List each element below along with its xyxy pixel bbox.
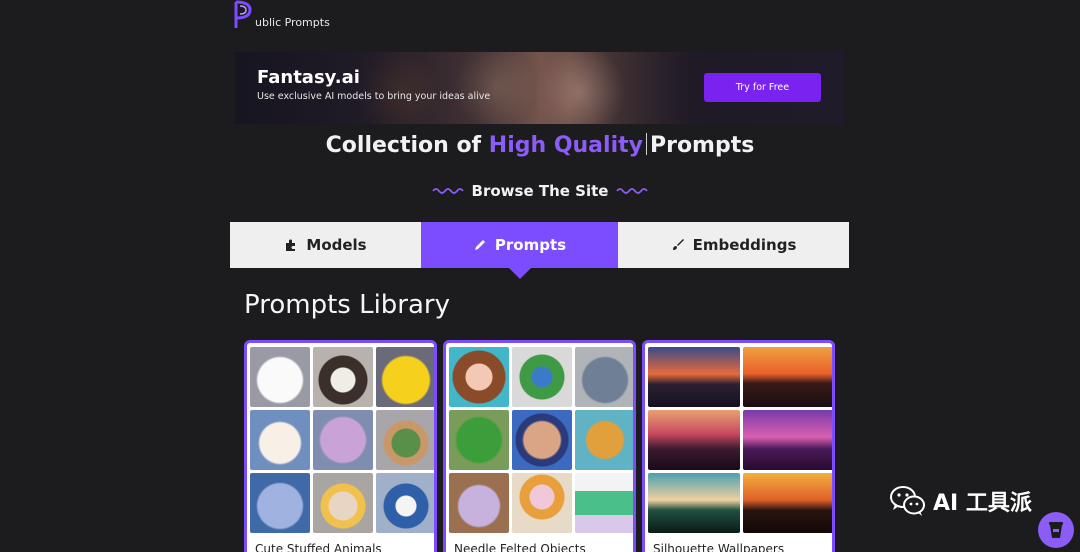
card-thumbnail-grid [648,347,832,533]
card-needle-felted-objects[interactable]: Needle Felted Objects [443,340,636,552]
thumbnail-frog [449,410,509,470]
coffee-cup-icon [1049,522,1063,538]
thumbnail-bus [575,473,633,533]
watermark-text: AI 工具派 [933,491,1032,516]
thumbnail-teapot [449,473,509,533]
thumbnail-globe [512,347,572,407]
card-thumbnail-grid [250,347,434,533]
page-heading: Collection of High Quality Prompts [0,133,1080,158]
card-title: Silhouette Wallpapers [653,542,785,552]
browse-tabs: Models Prompts Embeddings [230,222,849,279]
card-silhouette-wallpapers[interactable]: Silhouette Wallpapers [642,340,835,552]
thumbnail-cupcake [512,473,572,533]
thumbnail-hedgehog [313,347,373,407]
heading-highlight: High Quality [488,133,643,158]
tab-embeddings-label: Embeddings [692,236,797,254]
coffee-support-button[interactable] [1038,512,1074,548]
thumbnail-city-sunset [743,347,832,407]
thumbnail-peaks-dusk [648,410,740,470]
thumbnail-cat [250,347,310,407]
library-title: Prompts Library [244,290,450,320]
thumbnail-pikachu [376,347,434,407]
tab-prompts[interactable]: Prompts [421,222,618,279]
thumbnail-purple-hills [743,410,832,470]
wave-decoration-icon [616,188,649,194]
heading-before: Collection of [325,133,482,158]
browse-section-header: Browse The Site [0,182,1080,200]
logo-p-icon [234,0,252,28]
browse-label: Browse The Site [471,182,609,200]
tab-models[interactable]: Models [230,222,421,268]
thumbnail-turtle [376,410,434,470]
card-title: Needle Felted Objects [454,542,586,552]
ad-banner[interactable]: Fantasy.ai Use exclusive AI models to br… [235,52,843,124]
thumbnail-girl [449,347,509,407]
tab-prompts-label: Prompts [494,236,567,254]
thumbnail-mountain-sunset [648,347,740,407]
tab-models-label: Models [306,236,367,254]
pencil-icon [474,240,485,250]
thumbnail-octopus [313,410,373,470]
wechat-icon [890,486,925,516]
thumbnail-old-man [512,410,572,470]
thumbnail-hamster [313,473,373,533]
thumbnail-elephant [250,473,310,533]
thumbnail-totoro [575,347,633,407]
banner-subtitle: Use exclusive AI models to bring your id… [257,91,491,102]
typing-cursor [645,133,647,155]
thumbnail-bunny [250,410,310,470]
thumbnail-giraffe [575,410,633,470]
thumbnail-penguin [376,473,434,533]
try-for-free-button[interactable]: Try for Free [704,73,821,102]
thumbnail-valley-dawn [648,473,740,533]
site-logo[interactable]: ublic Prompts [233,0,330,30]
site-name: ublic Prompts [255,16,330,29]
card-thumbnail-grid [449,347,633,533]
puzzle-icon [286,239,296,251]
card-title: Cute Stuffed Animals [255,542,382,552]
wave-decoration-icon [431,188,464,194]
tab-embeddings[interactable]: Embeddings [618,222,849,268]
banner-title: Fantasy.ai [257,67,360,88]
brush-icon [672,239,684,250]
watermark: AI 工具派 [889,484,1032,518]
thumbnail-deer-sunset [743,473,832,533]
heading-after: Prompts [649,133,755,158]
card-cute-stuffed-animals[interactable]: Cute Stuffed Animals [244,340,437,552]
